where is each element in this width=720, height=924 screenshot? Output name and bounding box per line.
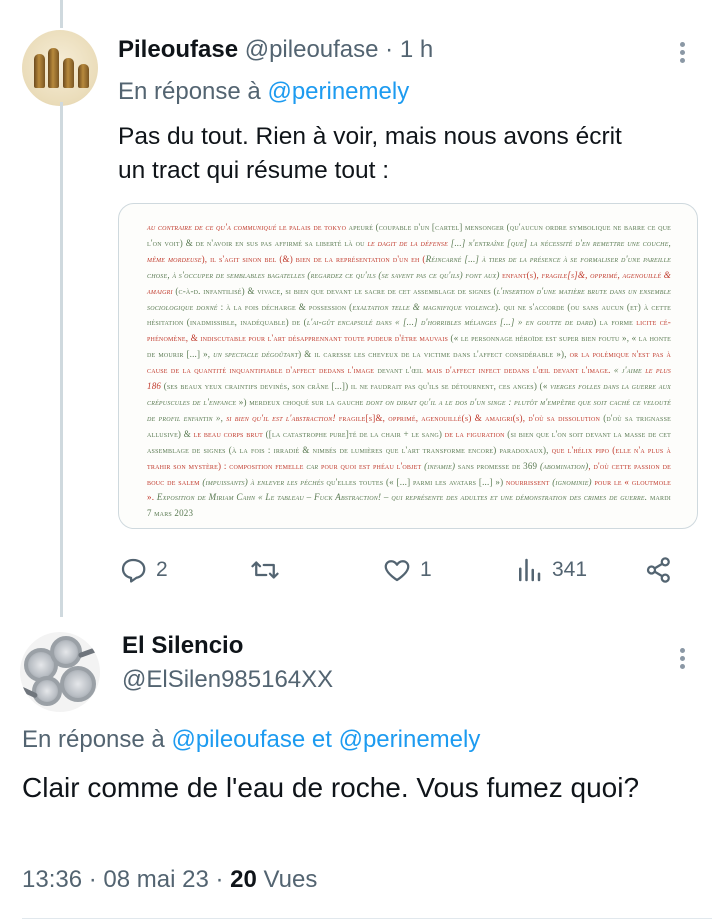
thread-line (60, 102, 63, 617)
tract-fragment: le dagit de la défense (367, 237, 448, 248)
tract-fragment: nourrissent (505, 476, 553, 487)
timestamp[interactable]: 1 h (400, 36, 433, 63)
thread-line-top (60, 0, 63, 28)
tract-fragment: exaltation telle & magnifique violence (352, 301, 496, 312)
tweet-meta: 13:36 · 08 mai 23 · 20 Vues (22, 866, 317, 894)
tract-fragment: (regardez ce qu'ils (se savent pas ce qu… (307, 269, 503, 280)
like-button[interactable]: 1 (382, 555, 432, 585)
tract-fragment: (c-à-d. infantilisé) & vivace, si bien q… (175, 285, 497, 296)
date[interactable]: 08 mai 23 (103, 866, 208, 893)
reply-prefix: En réponse à (22, 726, 165, 753)
tract-fragment: de la figuration (444, 428, 508, 439)
separator: · (215, 866, 224, 893)
reply-mention[interactable]: @perinemely (339, 726, 481, 753)
display-name[interactable]: Pileoufase (118, 36, 238, 63)
tract-fragment: même mordeuse (147, 253, 202, 264)
tract-fragment: si bien qu'il est l'abstraction! (226, 412, 339, 423)
tract-fragment: « j'aime (610, 365, 646, 376)
action-bar: 2 1 341 (118, 555, 698, 585)
more-icon[interactable] (670, 646, 694, 670)
tweet-text-line: Pas du tout. Rien à voir, mais nous avon… (118, 123, 622, 150)
divider (22, 918, 712, 919)
reply-mention[interactable]: @pileoufase (171, 726, 305, 753)
tract-fragment: [...] n'entraîne [que] la nécessité d'en… (447, 237, 672, 248)
tract-fragment: ) la forme (593, 317, 637, 328)
view-count: 20 (230, 866, 257, 893)
tract-fragment: dont on dirait qu'il a le dos d'un singe (366, 396, 506, 407)
tract-fragment: fragile[s]&, opprimé, agenouillé(s) & am… (338, 412, 604, 423)
user-handle[interactable]: @pileoufase (245, 36, 379, 63)
reply-icon (121, 558, 146, 583)
tract-image[interactable]: au contraire de ce qu'a communiqué le pa… (118, 203, 698, 529)
view-count: 341 (552, 558, 588, 581)
separator: · (385, 36, 394, 63)
tract-fragment: qu'elles toutes (« [...] parmi les avata… (323, 476, 506, 487)
more-icon[interactable] (670, 40, 694, 64)
tract-fragment: (ses beaux yeux craintifs devinés, son c… (161, 381, 551, 392)
tract-fragment: ), il s'agit sinon bel (&) bien de la re… (201, 253, 426, 264)
tract-fragment: mais d'affect infect dedans l'œil devant… (426, 365, 611, 376)
tract-fragment: : à la fois décharge & possession ( (217, 301, 353, 312)
tract-fragment: (infamie) (424, 460, 456, 471)
tract-fragment: le beau corps brut (193, 428, 263, 439)
tract-fragment: car (306, 460, 319, 471)
tweet-text: Pas du tout. Rien à voir, mais nous avon… (118, 120, 708, 188)
reply-context: En réponse à @perinemely (118, 78, 409, 106)
views-icon (519, 558, 541, 582)
tract-fragment: l'ai-gût encapsulé dans « [...] d'horrib… (306, 317, 594, 328)
reply-button[interactable]: 2 (118, 555, 168, 585)
tract-fragment: au contraire de ce qu'a communiqué (147, 222, 277, 232)
tract-fragment: devant l'œil (374, 365, 427, 376)
retweet-button[interactable] (250, 555, 288, 585)
tract-fragment: (impuissants) à enlever les péchés (202, 476, 324, 487)
user-handle[interactable]: @ElSilen985164XX (122, 666, 333, 694)
reply-and: et (311, 726, 332, 753)
tract-fragment: (ignominie) (552, 476, 592, 487)
tract-fragment: le palais de tokyo (276, 222, 349, 232)
tract-fragment: enfant(s), (502, 269, 542, 280)
reply-context: En réponse à @pileoufase et @perinemely (22, 726, 480, 754)
share-button[interactable] (644, 555, 674, 585)
views-button[interactable]: 341 (514, 555, 587, 585)
tract-fragment: (abomination) (539, 460, 589, 471)
view-label: Vues (263, 866, 318, 893)
tweet-text-line: un tract qui résume tout : (118, 157, 389, 184)
tweet-text: Clair comme de l'eau de roche. Vous fume… (22, 772, 640, 803)
tweet-header: Pileoufase @pileoufase · 1 h (118, 36, 433, 64)
separator: · (88, 866, 97, 893)
reply-count: 2 (156, 558, 168, 581)
tract-fragment: ) & il caresse les cheveux de la victime… (298, 349, 570, 360)
avatar[interactable] (22, 30, 98, 106)
avatar[interactable] (20, 632, 100, 712)
tract-text: au contraire de ce qu'a communiqué le pa… (119, 204, 697, 522)
timestamp[interactable]: 13:36 (22, 866, 82, 893)
tract-fragment: sans promesse de 369 (455, 460, 540, 471)
reply-mention[interactable]: @perinemely (267, 78, 409, 105)
tract-fragment: un spectacle dégoûtant (213, 349, 299, 360)
retweet-icon (251, 561, 279, 579)
tract-fragment: ([la catastrophe pure]té de la chair + l… (263, 428, 445, 439)
share-icon (646, 557, 670, 583)
tract-fragment: ») merdeux choqué sur la gauche (236, 396, 366, 407)
like-icon (384, 560, 410, 582)
reply-prefix: En réponse à (118, 78, 261, 105)
display-name[interactable]: El Silencio (122, 632, 243, 660)
like-count: 1 (420, 558, 432, 581)
tract-fragment: Exposition de Miriam Cahn « Le tableau –… (156, 492, 650, 503)
tract-fragment: pour quoi est phéau l'objet (318, 460, 425, 471)
